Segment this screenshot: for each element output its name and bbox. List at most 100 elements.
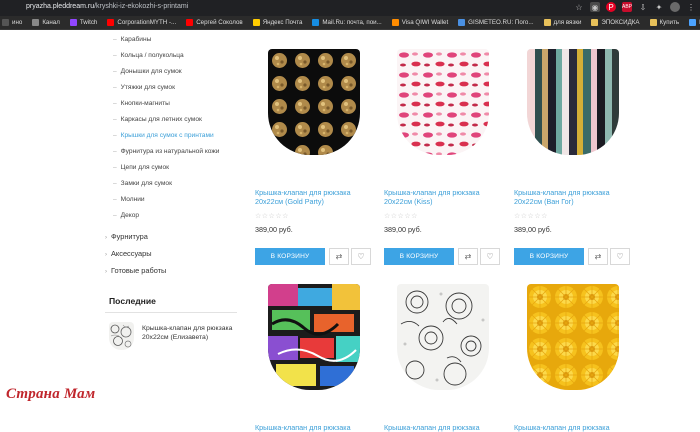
bookmark-item[interactable]: Яндекс Почта: [252, 19, 303, 26]
sidebar-item-zamki[interactable]: – Замки для сумок: [113, 180, 172, 187]
sidebar-item-label: Кнопки-магниты: [120, 100, 170, 107]
bookmark-item[interactable]: Mail.Ru: почта, пои...: [312, 19, 382, 26]
compare-icon[interactable]: ⇄: [588, 248, 608, 265]
product-name[interactable]: Крышка-клапан для рюкзака 20х22см (Gold …: [255, 188, 373, 206]
add-to-cart-button[interactable]: В КОРЗИНУ: [255, 248, 325, 265]
browser-address-bar: pryazha.pleddream.ru/kryshki-iz-ekokozhi…: [0, 0, 700, 16]
compare-icon[interactable]: ⇄: [458, 248, 478, 265]
page-content: – Карабины – Кольца / полукольца – Донышки …: [0, 30, 700, 432]
recent-item-thumbnail[interactable]: [109, 322, 134, 350]
bookmark-favicon-icon: [458, 19, 466, 26]
puzzle-icon[interactable]: ✦: [654, 2, 664, 12]
product-image[interactable]: [397, 49, 489, 155]
sidebar-item-karabiny[interactable]: – Карабины: [113, 36, 151, 43]
bookmark-item[interactable]: Visa QIWI Wallet: [391, 19, 449, 26]
url-field[interactable]: pryazha.pleddream.ru/kryshki-iz-ekokozhi…: [26, 3, 188, 10]
product-image[interactable]: [527, 49, 619, 155]
sidebar-item-dekor[interactable]: – Декор: [113, 212, 139, 219]
bookmark-item[interactable]: ЭПОКСИДКА: [591, 19, 640, 26]
bookmark-label: ино: [12, 19, 23, 26]
sidebar-item-gotovye[interactable]: › Готовые работы: [105, 266, 166, 275]
bookmark-item[interactable]: ино: [2, 19, 22, 26]
bookmark-label: Mail.Ru: почта, пои...: [322, 19, 382, 26]
sidebar-item-molnii[interactable]: – Молнии: [113, 196, 145, 203]
menu-icon[interactable]: ⋮: [686, 2, 696, 12]
bookmark-favicon-icon: [391, 19, 399, 26]
heart-icon[interactable]: ♡: [610, 248, 630, 265]
bookmark-label: Канал: [42, 19, 60, 26]
bookmark-item[interactable]: Канал: [32, 19, 60, 26]
product-name[interactable]: Крышка-клапан для рюкзака: [384, 423, 502, 432]
bullet-icon: –: [113, 116, 117, 123]
download-icon[interactable]: ⇩: [638, 2, 648, 12]
add-to-cart-button[interactable]: В КОРЗИНУ: [384, 248, 454, 265]
sidebar-item-karkasy[interactable]: – Каркасы для летних сумок: [113, 116, 202, 123]
toolbar-icons: ☆ ◉ P ABP ⇩ ✦ ⋮: [574, 2, 696, 12]
recent-title: Последние: [109, 296, 156, 306]
sidebar-item-donyshki[interactable]: – Донышки для сумок: [113, 68, 182, 75]
sidebar-item-aksessuary[interactable]: › Аксессуары: [105, 249, 152, 258]
bookmark-label: Visa QIWI Wallet: [401, 19, 449, 26]
bullet-icon: –: [113, 84, 117, 91]
bookmark-label: Twitch: [79, 19, 98, 26]
sidebar-item-label: Замки для сумок: [120, 180, 172, 187]
bullet-icon: –: [113, 36, 117, 43]
profile-icon[interactable]: [670, 2, 680, 12]
sidebar-item-label: Аксессуары: [111, 249, 152, 258]
bookmark-item[interactable]: Музыка Производо...: [689, 19, 700, 26]
sidebar-item-label: Утяжки для сумок: [120, 84, 175, 91]
sidebar-item-tsepi[interactable]: – Цепи для сумок: [113, 164, 169, 171]
sidebar-item-kryshki[interactable]: – Крышки для сумок с принтами: [113, 132, 214, 139]
bookmark-label: Яндекс Почта: [262, 19, 303, 26]
bookmark-item[interactable]: для вязки: [543, 19, 581, 26]
product-name[interactable]: Крышка-клапан для рюкзака: [255, 423, 373, 432]
product-image[interactable]: [527, 284, 619, 390]
sidebar-item-koltsa[interactable]: – Кольца / полукольца: [113, 52, 184, 59]
product-name[interactable]: Крышка-клапан для рюкзака 20х22см (Kiss): [384, 188, 502, 206]
add-to-cart-button[interactable]: В КОРЗИНУ: [514, 248, 584, 265]
sidebar-item-knopki[interactable]: – Кнопки-магниты: [113, 100, 170, 107]
watermark-logo: Страна Мам: [6, 386, 96, 402]
product-image[interactable]: [268, 49, 360, 155]
bookmark-item[interactable]: GISMETEO.RU: Пого...: [458, 19, 534, 26]
sidebar-item-label: Цепи для сумок: [120, 164, 170, 171]
abp-icon[interactable]: ABP: [622, 2, 632, 12]
sidebar-item-utyazhki[interactable]: – Утяжки для сумок: [113, 84, 175, 91]
pinterest-icon[interactable]: P: [606, 2, 616, 12]
rating-stars: ☆☆☆☆☆: [255, 213, 289, 220]
sidebar-item-label: Крышки для сумок с принтами: [120, 132, 214, 139]
product-name[interactable]: Крышка-клапан для рюкзака: [514, 423, 632, 432]
bullet-icon: –: [113, 52, 117, 59]
bookmark-item[interactable]: Купить: [649, 19, 680, 26]
recent-item-link[interactable]: Крышка-клапан для рюкзака 20х22см (Елиза…: [142, 325, 237, 342]
bookmark-favicon-icon: [312, 19, 320, 26]
bookmark-label: Купить: [659, 19, 680, 26]
compare-icon[interactable]: ⇄: [329, 248, 349, 265]
bookmark-label: ЭПОКСИДКА: [601, 19, 640, 26]
bookmark-item[interactable]: Сергей Соколов: [186, 19, 243, 26]
extension-icon[interactable]: ◉: [590, 2, 600, 12]
bullet-icon: –: [113, 132, 117, 139]
sidebar-item-furnitura-kozha[interactable]: – Фурнитура из натуральной кожи: [113, 148, 220, 155]
bullet-icon: –: [113, 68, 117, 75]
bullet-icon: –: [113, 212, 117, 219]
heart-icon[interactable]: ♡: [351, 248, 371, 265]
bookmark-favicon-icon: [543, 19, 551, 26]
bookmark-favicon-icon: [186, 19, 194, 26]
heart-icon[interactable]: ♡: [480, 248, 500, 265]
bookmark-item[interactable]: Twitch: [69, 19, 98, 26]
product-image[interactable]: [268, 284, 360, 390]
product-image[interactable]: [397, 284, 489, 390]
bookmark-item[interactable]: CorporationMYTH -...: [107, 19, 176, 26]
sidebar-item-label: Фурнитура из натуральной кожи: [120, 148, 220, 155]
bookmark-favicon-icon: [32, 19, 40, 26]
star-icon[interactable]: ☆: [574, 2, 584, 12]
product-price: 389,00 руб.: [384, 225, 422, 234]
bullet-icon: –: [113, 196, 117, 203]
chevron-right-icon: ›: [105, 235, 107, 241]
url-host: pryazha.pleddream.ru: [26, 3, 95, 10]
bookmark-favicon-icon: [591, 19, 599, 26]
sidebar-item-label: Фурнитура: [111, 232, 148, 241]
product-name[interactable]: Крышка-клапан для рюкзака 20х22см (Ван Г…: [514, 188, 632, 206]
sidebar-item-furnitura[interactable]: › Фурнитура: [105, 232, 148, 241]
